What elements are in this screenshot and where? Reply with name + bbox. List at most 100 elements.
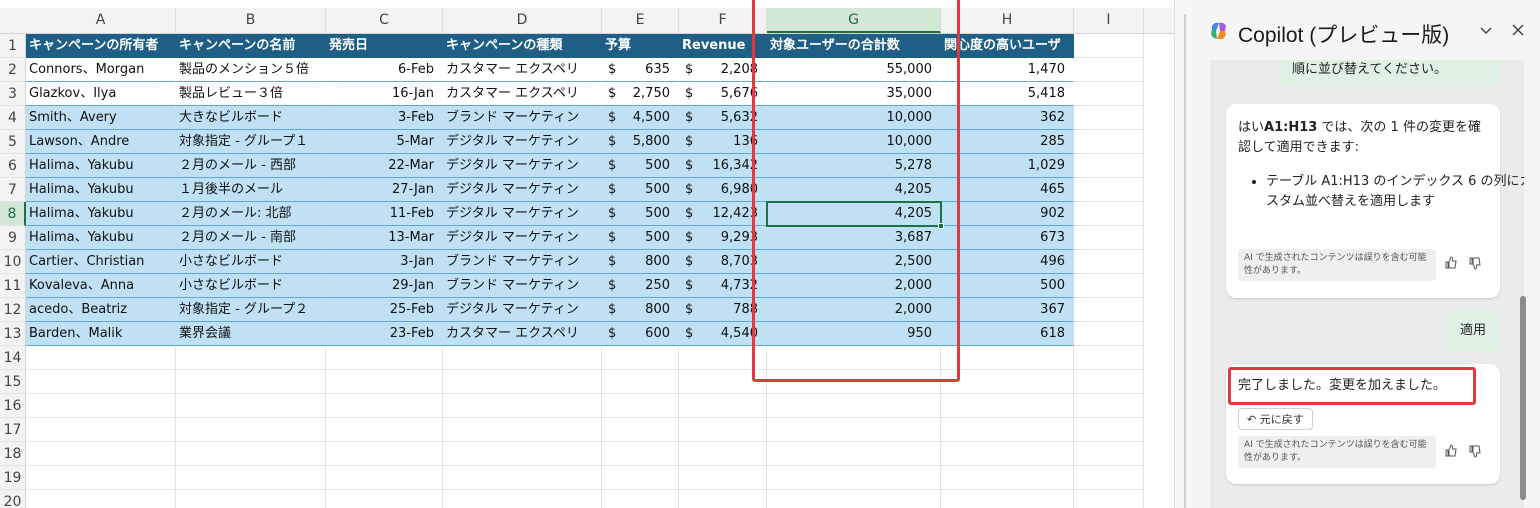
column-header-I[interactable]: I — [1074, 8, 1144, 33]
cell-B6[interactable]: ２月のメール - 西部 — [176, 154, 326, 178]
cell-E6[interactable]: $500 — [602, 154, 679, 178]
cell-B14[interactable] — [176, 346, 326, 370]
row-header-17[interactable]: 17 — [0, 418, 26, 442]
cell-B2[interactable]: 製品のメンション５倍 — [176, 58, 326, 82]
row-header-5[interactable]: 5 — [0, 130, 26, 154]
cell-C13[interactable]: 23-Feb — [326, 322, 443, 346]
cell-F5[interactable]: $136 — [679, 130, 767, 154]
cell-E4[interactable]: $4,500 — [602, 106, 679, 130]
cell-A18[interactable] — [26, 442, 176, 466]
cell-G12[interactable]: 2,000 — [767, 298, 941, 322]
cell-F16[interactable] — [679, 394, 767, 418]
cell-C17[interactable] — [326, 418, 443, 442]
cell-G19[interactable] — [767, 466, 941, 490]
row-header-13[interactable]: 13 — [0, 322, 26, 346]
cell-H4[interactable]: 362 — [941, 106, 1074, 130]
row-header-12[interactable]: 12 — [0, 298, 26, 322]
cell-A6[interactable]: Halima、Yakubu — [26, 154, 176, 178]
cell-E7[interactable]: $500 — [602, 178, 679, 202]
cell-G3[interactable]: 35,000 — [767, 82, 941, 106]
cell-H13[interactable]: 618 — [941, 322, 1074, 346]
header-cell-F[interactable]: Revenue — [679, 34, 767, 58]
cell-E12[interactable]: $800 — [602, 298, 679, 322]
header-cell-G[interactable]: 対象ユーザーの合計数 — [767, 34, 941, 58]
cell-D9[interactable]: デジタル マーケティン — [443, 226, 602, 250]
cell-F14[interactable] — [679, 346, 767, 370]
cell-F13[interactable]: $4,540 — [679, 322, 767, 346]
cell-I17[interactable] — [1074, 418, 1144, 442]
cell-I8[interactable] — [1074, 202, 1144, 226]
cell-C2[interactable]: 6-Feb — [326, 58, 443, 82]
cell-D3[interactable]: カスタマー エクスペリ — [443, 82, 602, 106]
cell-A16[interactable] — [26, 394, 176, 418]
cell-H10[interactable]: 496 — [941, 250, 1074, 274]
cell-D12[interactable]: デジタル マーケティン — [443, 298, 602, 322]
cell-A17[interactable] — [26, 418, 176, 442]
column-header-D[interactable]: D — [443, 8, 602, 33]
cell-G15[interactable] — [767, 370, 941, 394]
cell-I12[interactable] — [1074, 298, 1144, 322]
column-header-H[interactable]: H — [941, 8, 1074, 33]
thumbs-up-icon[interactable] — [1444, 256, 1458, 274]
cell-A12[interactable]: acedo、Beatriz — [26, 298, 176, 322]
cell-D4[interactable]: ブランド マーケティン — [443, 106, 602, 130]
cell-E8[interactable]: $500 — [602, 202, 679, 226]
cell-G11[interactable]: 2,000 — [767, 274, 941, 298]
cell-G10[interactable]: 2,500 — [767, 250, 941, 274]
row-header-14[interactable]: 14 — [0, 346, 26, 370]
cell-E2[interactable]: $635 — [602, 58, 679, 82]
cell-E17[interactable] — [602, 418, 679, 442]
cell-B13[interactable]: 業界会議 — [176, 322, 326, 346]
cell-I15[interactable] — [1074, 370, 1144, 394]
cell-H14[interactable] — [941, 346, 1074, 370]
thumbs-down-icon[interactable] — [1468, 256, 1482, 274]
cell-H7[interactable]: 465 — [941, 178, 1074, 202]
cell-B7[interactable]: １月後半のメール — [176, 178, 326, 202]
cell-A11[interactable]: Kovaleva、Anna — [26, 274, 176, 298]
cell-A10[interactable]: Cartier、Christian — [26, 250, 176, 274]
cell-B20[interactable] — [176, 490, 326, 508]
cell-E14[interactable] — [602, 346, 679, 370]
cell-A2[interactable]: Connors、Morgan — [26, 58, 176, 82]
cell-I13[interactable] — [1074, 322, 1144, 346]
cell-E20[interactable] — [602, 490, 679, 508]
cell-C15[interactable] — [326, 370, 443, 394]
cell-H2[interactable]: 1,470 — [941, 58, 1074, 82]
undo-button[interactable]: ↶ 元に戻す — [1238, 408, 1313, 430]
cell-A20[interactable] — [26, 490, 176, 508]
column-header-E[interactable]: E — [602, 8, 679, 33]
cell-C6[interactable]: 22-Mar — [326, 154, 443, 178]
cell-F12[interactable]: $788 — [679, 298, 767, 322]
cell-D6[interactable]: デジタル マーケティン — [443, 154, 602, 178]
row-header-3[interactable]: 3 — [0, 82, 26, 106]
cell-C4[interactable]: 3-Feb — [326, 106, 443, 130]
cell-C12[interactable]: 25-Feb — [326, 298, 443, 322]
header-cell-D[interactable]: キャンペーンの種類 — [443, 34, 602, 58]
row-header-8[interactable]: 8 — [0, 202, 26, 226]
cell-C10[interactable]: 3-Jan — [326, 250, 443, 274]
cell-C5[interactable]: 5-Mar — [326, 130, 443, 154]
cell-F6[interactable]: $16,342 — [679, 154, 767, 178]
cell-D8[interactable]: デジタル マーケティン — [443, 202, 602, 226]
cell-A3[interactable]: Glazkov、Ilya — [26, 82, 176, 106]
cell-C19[interactable] — [326, 466, 443, 490]
cell-H6[interactable]: 1,029 — [941, 154, 1074, 178]
column-header-G[interactable]: G — [767, 8, 941, 33]
cell-G20[interactable] — [767, 490, 941, 508]
cell-E11[interactable]: $250 — [602, 274, 679, 298]
cell-B16[interactable] — [176, 394, 326, 418]
cell-G2[interactable]: 55,000 — [767, 58, 941, 82]
cell-F2[interactable]: $2,208 — [679, 58, 767, 82]
row-header-19[interactable]: 19 — [0, 466, 26, 490]
cell-F9[interactable]: $9,293 — [679, 226, 767, 250]
cell-H17[interactable] — [941, 418, 1074, 442]
cell-C3[interactable]: 16-Jan — [326, 82, 443, 106]
cell-G13[interactable]: 950 — [767, 322, 941, 346]
thumbs-up-icon[interactable] — [1444, 444, 1458, 462]
cell-F11[interactable]: $4,732 — [679, 274, 767, 298]
cell-H15[interactable] — [941, 370, 1074, 394]
cell-A5[interactable]: Lawson、Andre — [26, 130, 176, 154]
cell-B3[interactable]: 製品レビュー３倍 — [176, 82, 326, 106]
column-header-A[interactable]: A — [26, 8, 176, 33]
row-header-9[interactable]: 9 — [0, 226, 26, 250]
